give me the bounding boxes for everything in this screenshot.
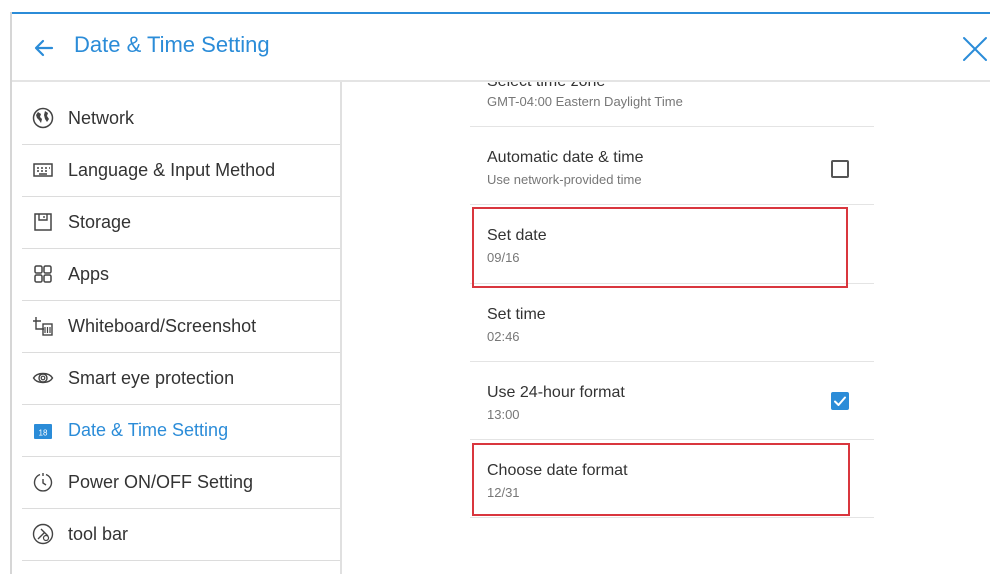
automatic-date-time-title: Automatic date & time bbox=[487, 149, 644, 166]
power-timer-icon bbox=[33, 473, 53, 492]
automatic-date-time-checkbox[interactable] bbox=[831, 160, 849, 178]
toolbar-icon bbox=[32, 523, 54, 545]
sidebar-item-label: Language & Input Method bbox=[68, 160, 276, 180]
hour24-format-checkbox[interactable] bbox=[831, 392, 849, 410]
automatic-date-time-row[interactable]: Automatic date & time Use network-provid… bbox=[470, 127, 874, 205]
hour24-format-title: Use 24-hour format bbox=[487, 384, 625, 401]
sidebar-item-whiteboard[interactable]: Whiteboard/Screenshot bbox=[22, 301, 342, 353]
set-date-value: 09/16 bbox=[487, 250, 520, 265]
sidebar-item-date-time[interactable]: 18 Date & Time Setting bbox=[22, 405, 342, 457]
settings-list: Select time zone GMT-04:00 Eastern Dayli… bbox=[470, 82, 874, 574]
set-time-title: Set time bbox=[487, 306, 546, 323]
time-zone-title: Select time zone bbox=[487, 82, 605, 91]
keyboard-icon bbox=[33, 163, 53, 177]
close-icon[interactable] bbox=[960, 34, 990, 64]
date-format-value: 12/31 bbox=[487, 485, 520, 500]
sidebar-item-toolbar[interactable]: tool bar bbox=[22, 509, 342, 561]
sidebar-item-apps[interactable]: Apps bbox=[22, 249, 342, 301]
set-time-row[interactable]: Set time 02:46 bbox=[470, 284, 874, 362]
settings-sidebar: Network Language & Input Method Storage … bbox=[12, 82, 342, 574]
date-format-title: Choose date format bbox=[487, 462, 628, 479]
sidebar-item-label: Power ON/OFF Setting bbox=[68, 472, 254, 492]
time-zone-value: GMT-04:00 Eastern Daylight Time bbox=[487, 94, 683, 109]
automatic-date-time-subtitle: Use network-provided time bbox=[487, 172, 642, 187]
hour24-format-value: 13:00 bbox=[487, 407, 520, 422]
sidebar-item-label: Network bbox=[68, 108, 135, 128]
sidebar-item-label: Whiteboard/Screenshot bbox=[68, 316, 257, 336]
hour24-format-row[interactable]: Use 24-hour format 13:00 bbox=[470, 362, 874, 440]
date-format-row[interactable]: Choose date format 12/31 bbox=[470, 440, 874, 518]
sidebar-item-eye-protection[interactable]: Smart eye protection bbox=[22, 353, 342, 405]
page-title: Date & Time Setting bbox=[74, 32, 270, 57]
sidebar-item-label: Smart eye protection bbox=[68, 368, 235, 388]
storage-icon bbox=[34, 213, 52, 231]
calendar-icon: 18 bbox=[34, 424, 52, 439]
sidebar-item-language[interactable]: Language & Input Method bbox=[22, 145, 342, 197]
apps-grid-icon bbox=[34, 265, 52, 283]
back-arrow-icon[interactable] bbox=[32, 36, 56, 60]
sidebar-item-label: Date & Time Setting bbox=[68, 420, 229, 440]
header-bar: Date & Time Setting bbox=[12, 14, 990, 80]
sidebar-item-label: Apps bbox=[68, 264, 110, 284]
set-date-title: Set date bbox=[487, 227, 547, 244]
calendar-number: 18 bbox=[39, 429, 48, 438]
sidebar-item-label: tool bar bbox=[68, 524, 129, 544]
eye-icon bbox=[32, 372, 54, 384]
set-time-value: 02:46 bbox=[487, 329, 520, 344]
whiteboard-icon bbox=[33, 317, 53, 336]
sidebar-divider bbox=[340, 82, 342, 574]
sidebar-item-storage[interactable]: Storage bbox=[22, 197, 342, 249]
checkmark-icon bbox=[834, 396, 846, 406]
set-date-row[interactable]: Set date 09/16 bbox=[470, 205, 874, 284]
sidebar-item-label: Storage bbox=[68, 212, 132, 232]
sidebar-item-power[interactable]: Power ON/OFF Setting bbox=[22, 457, 342, 509]
globe-icon bbox=[32, 107, 54, 129]
time-zone-row[interactable]: Select time zone GMT-04:00 Eastern Dayli… bbox=[470, 82, 874, 127]
sidebar-item-network[interactable]: Network bbox=[22, 93, 342, 145]
